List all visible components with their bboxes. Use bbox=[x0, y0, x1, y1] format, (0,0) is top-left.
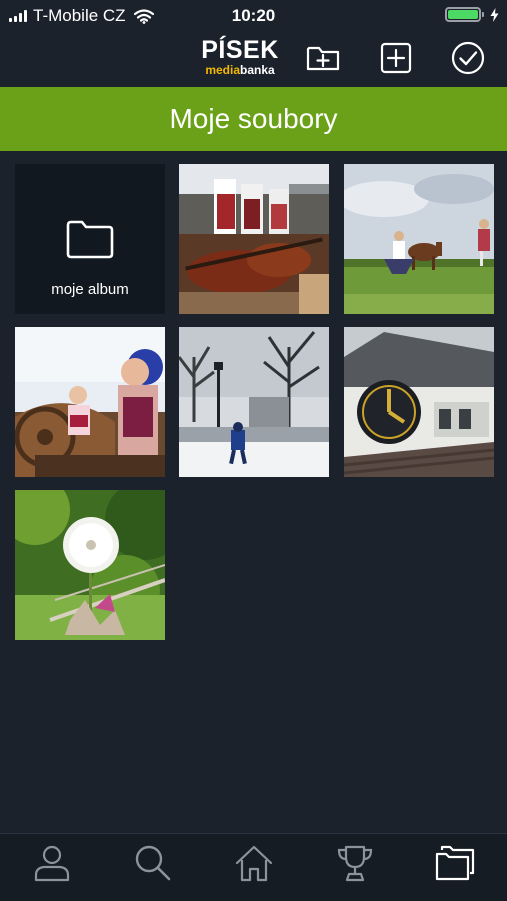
photo-girl-folk-costume bbox=[15, 327, 165, 477]
new-folder-icon bbox=[306, 46, 340, 71]
photo-tile[interactable] bbox=[344, 164, 494, 314]
page-title: Moje soubory bbox=[0, 87, 507, 151]
charging-icon bbox=[490, 7, 499, 22]
status-right bbox=[445, 7, 499, 22]
photo-violin-folk-dance bbox=[179, 164, 329, 314]
status-bar: T-Mobile CZ 10:20 bbox=[0, 0, 507, 30]
album-label: moje album bbox=[51, 281, 129, 298]
select-button[interactable] bbox=[450, 40, 486, 76]
home-icon bbox=[235, 845, 273, 882]
tab-home[interactable] bbox=[233, 842, 275, 884]
app-logo: PÍSEK mediabanka bbox=[200, 36, 280, 77]
photo-clock-tower bbox=[344, 327, 494, 477]
tab-search[interactable] bbox=[132, 842, 174, 884]
add-icon bbox=[380, 42, 412, 74]
album-tile[interactable]: moje album bbox=[15, 164, 165, 314]
tab-trophy[interactable] bbox=[334, 842, 376, 884]
photo-snowy-street bbox=[179, 327, 329, 477]
tab-profile[interactable] bbox=[31, 842, 73, 884]
folders-icon bbox=[435, 845, 475, 881]
tab-bar bbox=[0, 833, 507, 901]
battery-icon bbox=[445, 7, 484, 22]
tab-folders[interactable] bbox=[434, 842, 476, 884]
logo-subtitle: mediabanka bbox=[205, 63, 275, 77]
add-button[interactable] bbox=[378, 40, 414, 76]
photo-tile[interactable] bbox=[15, 490, 165, 640]
logo-title: PÍSEK bbox=[201, 36, 279, 64]
trophy-icon bbox=[337, 845, 373, 882]
check-circle-icon bbox=[451, 41, 485, 75]
folder-icon bbox=[66, 220, 114, 259]
photo-tile[interactable] bbox=[179, 327, 329, 477]
profile-icon bbox=[34, 845, 70, 882]
photo-tile[interactable] bbox=[179, 164, 329, 314]
photo-folk-dancers-meadow-horse bbox=[344, 164, 494, 314]
photo-tile[interactable] bbox=[15, 327, 165, 477]
app-header: PÍSEK mediabanka bbox=[0, 30, 507, 87]
new-folder-button[interactable] bbox=[305, 40, 341, 76]
photo-tile[interactable] bbox=[344, 327, 494, 477]
search-icon bbox=[135, 845, 171, 881]
clock: 10:20 bbox=[231, 6, 276, 25]
photo-dandelion bbox=[15, 490, 165, 640]
